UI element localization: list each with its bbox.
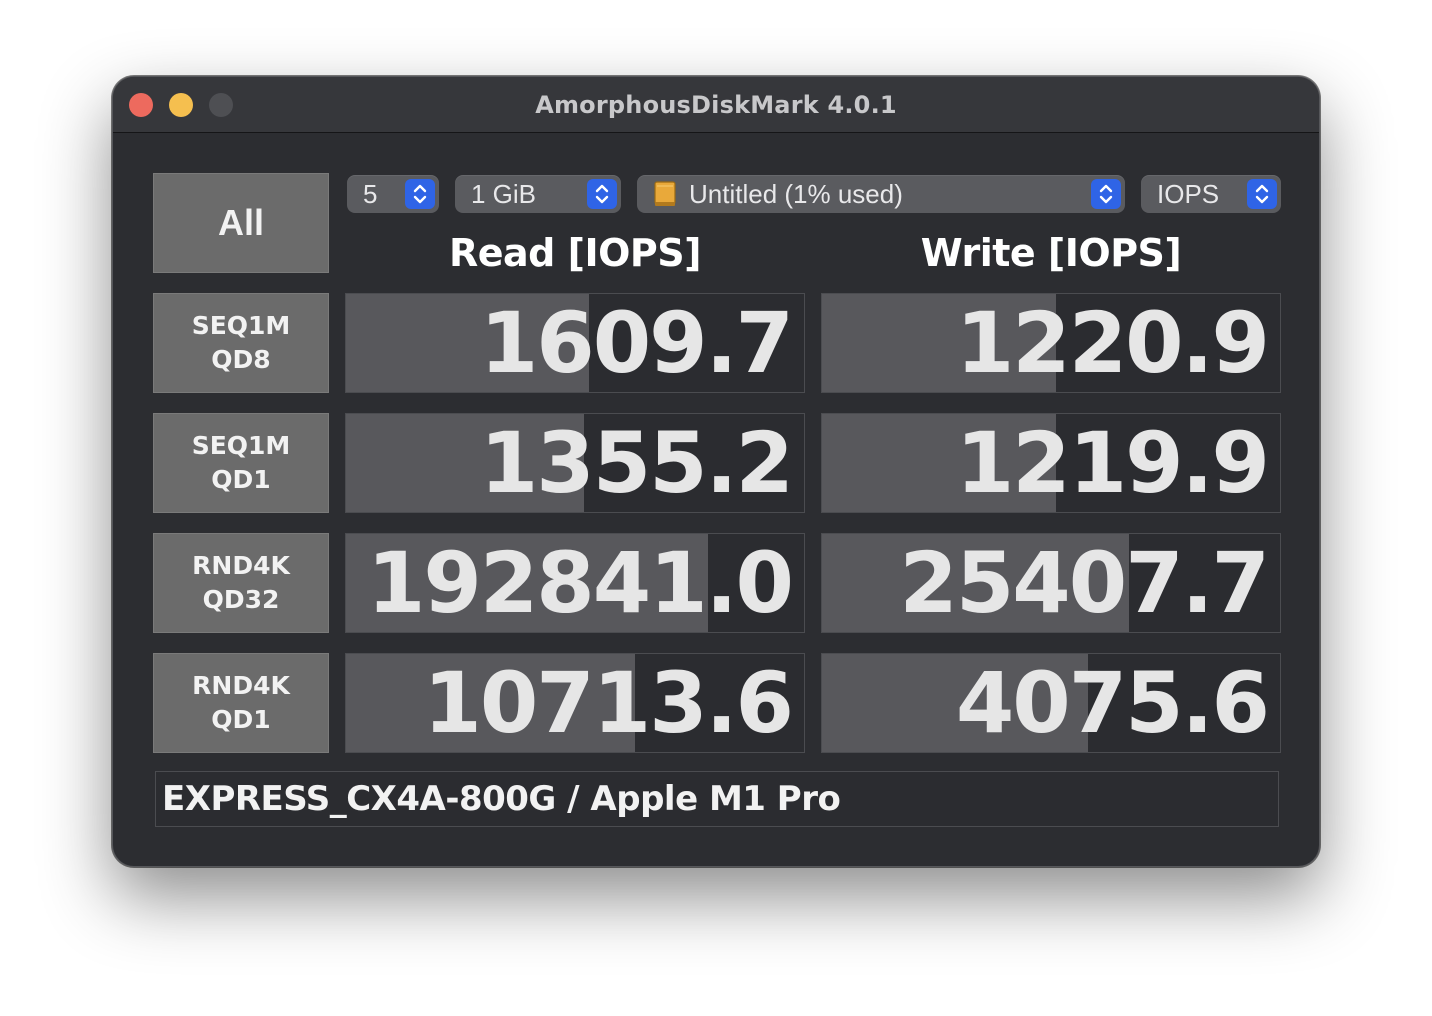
test-label-line2: QD1 (211, 705, 271, 734)
result-value: 10713.6 (423, 654, 794, 752)
read-result-seq1m-qd1: 1355.2 (345, 413, 805, 513)
read-result-rnd4k-qd1: 10713.6 (345, 653, 805, 753)
main-content: All 5 1 GiB Untitled (1% used) IOPS Read… (113, 133, 1319, 866)
drive-stepper-icon (1091, 179, 1121, 209)
title-bar[interactable]: AmorphousDiskMark 4.0.1 (113, 77, 1319, 133)
result-value: 1220.9 (955, 294, 1270, 392)
run-all-button[interactable]: All (153, 173, 329, 273)
unit-value: IOPS (1157, 178, 1220, 209)
test-size-value: 1 GiB (471, 178, 537, 209)
test-button-seq1m-qd1[interactable]: SEQ1M QD1 (153, 413, 329, 513)
test-label-line2: QD8 (211, 345, 271, 374)
test-button-seq1m-qd8[interactable]: SEQ1M QD8 (153, 293, 329, 393)
read-column-header: Read [IOPS] (448, 231, 702, 275)
drive-value: Untitled (1% used) (689, 178, 903, 209)
test-label-line1: RND4K (192, 671, 290, 700)
write-result-seq1m-qd1: 1219.9 (821, 413, 1281, 513)
drive-icon (653, 180, 677, 208)
result-value: 1355.2 (479, 414, 794, 512)
test-count-select[interactable]: 5 (347, 175, 439, 213)
unit-stepper-icon (1247, 179, 1277, 209)
write-column-header: Write [IOPS] (920, 231, 1182, 275)
app-window: AmorphousDiskMark 4.0.1 All 5 1 GiB Unti… (112, 76, 1320, 867)
test-count-value: 5 (363, 178, 378, 209)
write-result-rnd4k-qd32: 25407.7 (821, 533, 1281, 633)
test-label-line1: RND4K (192, 551, 290, 580)
test-label-line1: SEQ1M (191, 311, 291, 340)
test-label-line2: QD1 (211, 465, 271, 494)
write-result-seq1m-qd8: 1220.9 (821, 293, 1281, 393)
read-result-rnd4k-qd32: 192841.0 (345, 533, 805, 633)
window-title: AmorphousDiskMark 4.0.1 (535, 91, 897, 119)
result-value: 4075.6 (955, 654, 1270, 752)
test-size-select[interactable]: 1 GiB (455, 175, 621, 213)
test-count-stepper-icon (405, 179, 435, 209)
unit-select[interactable]: IOPS (1141, 175, 1281, 213)
test-label-line1: SEQ1M (191, 431, 291, 460)
result-value: 1219.9 (955, 414, 1270, 512)
drive-select[interactable]: Untitled (1% used) (637, 175, 1125, 213)
result-value: 192841.0 (366, 534, 794, 632)
test-button-rnd4k-qd32[interactable]: RND4K QD32 (153, 533, 329, 633)
comment-field[interactable]: EXPRESS_CX4A-800G / Apple M1 Pro (155, 771, 1279, 827)
test-size-stepper-icon (587, 179, 617, 209)
result-value: 25407.7 (899, 534, 1270, 632)
test-label-line2: QD32 (202, 585, 280, 614)
test-button-rnd4k-qd1[interactable]: RND4K QD1 (153, 653, 329, 753)
write-result-rnd4k-qd1: 4075.6 (821, 653, 1281, 753)
result-value: 1609.7 (479, 294, 794, 392)
read-result-seq1m-qd8: 1609.7 (345, 293, 805, 393)
